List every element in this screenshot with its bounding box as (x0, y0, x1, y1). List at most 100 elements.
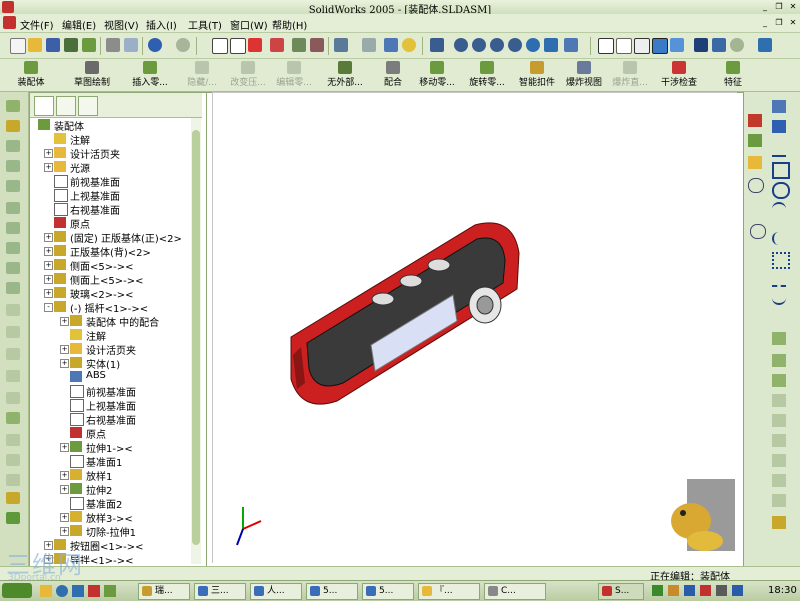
doc-minimize-icon[interactable]: _ (760, 18, 770, 27)
tab-feature-tree[interactable] (34, 96, 54, 116)
grid-icon[interactable] (270, 38, 284, 52)
tree-node[interactable]: + 放样1 (30, 468, 190, 483)
tree-node[interactable]: + 拉伸2 (30, 482, 190, 497)
realview-icon[interactable] (730, 38, 744, 52)
tab-property-manager[interactable] (56, 96, 76, 116)
zoom-out-icon[interactable] (490, 38, 504, 52)
scale-icon[interactable] (772, 494, 786, 507)
taskbar-item[interactable]: 5... (362, 583, 414, 600)
tree-node[interactable]: 上视基准面 (30, 398, 190, 413)
undo-icon[interactable] (148, 38, 162, 52)
offset-icon[interactable] (772, 414, 786, 427)
cmd-sketch[interactable]: 草图绘制 (64, 61, 120, 89)
cmd-insert-component[interactable]: 插入零... (126, 61, 174, 89)
tray-icon-2[interactable] (668, 585, 679, 596)
line-icon[interactable] (772, 142, 786, 157)
zoom-area-icon[interactable] (472, 38, 486, 52)
tree-node[interactable]: + 切除-拉伸1 (30, 524, 190, 539)
section-view-icon[interactable] (712, 38, 726, 52)
right-panel-folder-icon[interactable] (748, 156, 762, 169)
cmd-exploded-view[interactable]: 爆炸视图 (562, 61, 606, 89)
menu-edit[interactable]: 编辑(E) (62, 17, 96, 32)
tool-icon-17[interactable] (6, 434, 20, 446)
expand-icon[interactable]: + (44, 247, 53, 256)
tree-node[interactable]: + 装配体 中的配合 (30, 314, 190, 329)
close-icon[interactable]: ✕ (788, 2, 798, 11)
collapse-icon[interactable]: - (44, 303, 53, 312)
view-orientation-icon[interactable] (564, 38, 578, 52)
tab-configuration-manager[interactable] (78, 96, 98, 116)
restore-icon[interactable]: ❐ (774, 2, 784, 11)
expand-icon[interactable]: + (44, 233, 53, 242)
tool-icon-15[interactable] (6, 392, 20, 404)
sketch-icon[interactable] (772, 100, 786, 113)
tree-node[interactable]: + 正版基体(背)<2> (30, 244, 190, 259)
menu-view[interactable]: 视图(V) (104, 17, 139, 32)
minimize-icon[interactable]: _ (760, 2, 770, 11)
tool-icon-7[interactable] (6, 222, 20, 234)
hidden-lines-gray-icon[interactable] (616, 38, 632, 54)
tree-node[interactable]: + 侧面上<5>->< (30, 272, 190, 287)
print-icon[interactable] (106, 38, 120, 52)
tool-icon-12[interactable] (6, 326, 20, 338)
tray-icon-1[interactable] (652, 585, 663, 596)
quick-launch-icon-5[interactable] (104, 585, 116, 597)
zoom-to-fit-icon[interactable] (430, 38, 444, 52)
tree-scrollbar-thumb[interactable] (192, 130, 200, 545)
tool-icon-21[interactable] (6, 512, 20, 524)
tool-icon-8[interactable] (6, 242, 20, 254)
mate-assist-icon[interactable] (334, 38, 348, 52)
extend-icon[interactable] (772, 374, 786, 387)
quick-launch-icon-1[interactable] (40, 585, 52, 597)
arc-icon[interactable] (772, 202, 786, 217)
quick-launch-icon-2[interactable] (56, 585, 68, 597)
cmd-smart-fasteners[interactable]: 智能扣件 (514, 61, 560, 89)
wireframe-icon[interactable] (598, 38, 614, 54)
shaded-icon[interactable] (670, 38, 684, 52)
tree-node[interactable]: + 设计活页夹 (30, 342, 190, 357)
tree-node[interactable]: 注解 (30, 132, 190, 147)
rotate-icon[interactable] (526, 38, 540, 52)
cmd-no-external-refs[interactable]: 无外部... (320, 61, 370, 89)
select-other-icon[interactable] (230, 38, 246, 54)
menu-file[interactable]: 文件(F) (20, 17, 54, 32)
help-icon[interactable] (402, 38, 416, 52)
trim-icon[interactable] (772, 354, 786, 367)
tool-icon-3[interactable] (6, 140, 20, 152)
tool-icon-9[interactable] (6, 262, 20, 274)
expand-icon[interactable]: + (44, 149, 53, 158)
cmd-rotate-component[interactable]: 旋转零... (464, 61, 510, 89)
tray-icon-4[interactable] (700, 585, 711, 596)
expand-icon[interactable]: + (60, 527, 69, 536)
circle-icon[interactable] (772, 182, 790, 199)
save-as-icon[interactable] (64, 38, 78, 52)
tree-node[interactable]: + 设计活页夹 (30, 146, 190, 161)
save-icon[interactable] (46, 38, 60, 52)
arrow-icon[interactable] (362, 38, 376, 52)
tool-icon-19[interactable] (6, 474, 20, 486)
tree-node[interactable]: 注解 (30, 328, 190, 343)
axis-icon[interactable] (758, 38, 772, 52)
tool-icon-20[interactable] (6, 492, 20, 504)
menu-insert[interactable]: 插入(I) (146, 17, 177, 32)
tool-icon-11[interactable] (6, 304, 20, 316)
options-icon[interactable] (292, 38, 306, 52)
app-menu-icon[interactable] (3, 16, 16, 29)
expand-icon[interactable]: + (60, 359, 69, 368)
pan-icon[interactable] (544, 38, 558, 52)
right-panel-expand-icon[interactable] (748, 178, 764, 193)
zoom-selection-icon[interactable] (508, 38, 522, 52)
clock[interactable]: 18:30 (768, 585, 797, 596)
expand-icon[interactable]: + (44, 261, 53, 270)
tangent-arc-icon[interactable] (772, 232, 788, 245)
quick-launch-icon-3[interactable] (72, 585, 84, 597)
cmd-features[interactable]: 特征 (716, 61, 750, 89)
expand-icon[interactable]: + (44, 275, 53, 284)
tray-icon-6[interactable] (732, 585, 743, 596)
expand-icon[interactable]: + (44, 163, 53, 172)
make-assembly-icon[interactable] (82, 38, 96, 52)
expand-icon[interactable]: + (60, 443, 69, 452)
expand-icon[interactable]: + (60, 317, 69, 326)
menu-window[interactable]: 窗口(W) (230, 17, 268, 32)
tree-node[interactable]: + 放样3->< (30, 510, 190, 525)
